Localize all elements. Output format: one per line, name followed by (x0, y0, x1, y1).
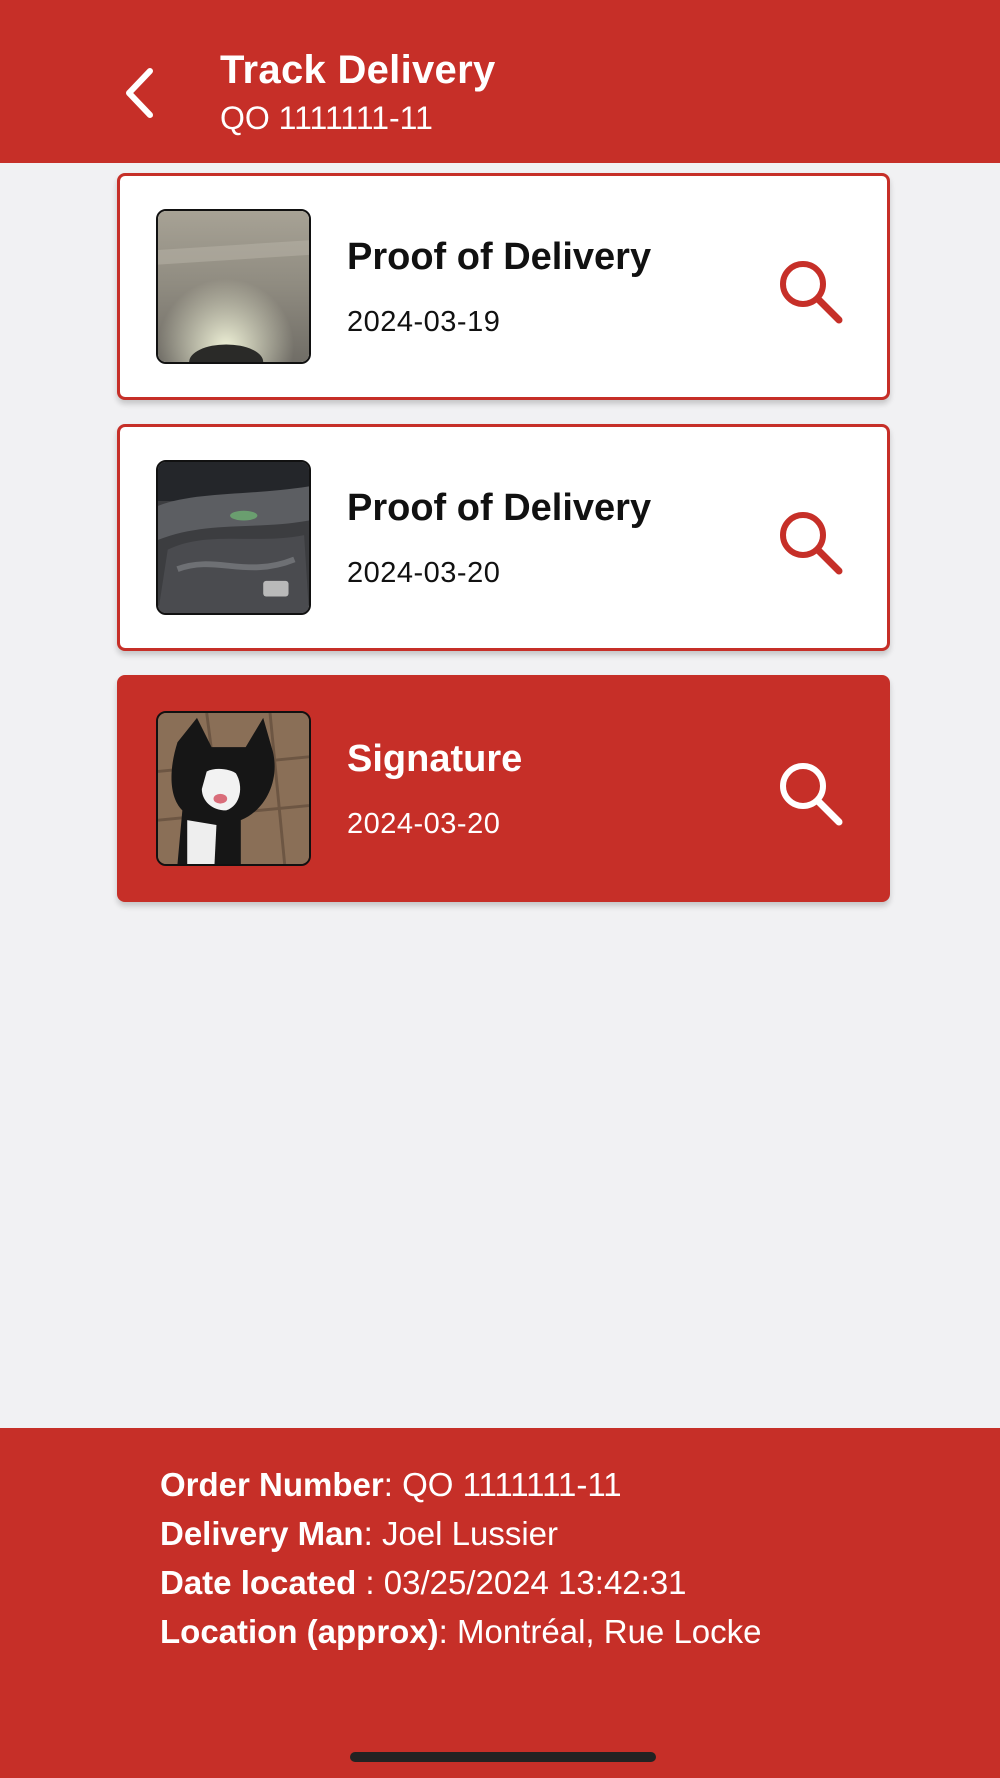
delivery-man-label: Delivery Man (160, 1515, 364, 1552)
date-located-line: Date located : 03/25/2024 13:42:31 (160, 1564, 687, 1602)
location-sep: : (438, 1613, 458, 1650)
order-number-sep: : (383, 1466, 403, 1503)
order-number-label: Order Number (160, 1466, 384, 1503)
delivery-man-sep: : (363, 1515, 382, 1552)
page-title: Track Delivery (220, 48, 496, 92)
delivery-card-selected[interactable]: Signature 2024-03-20 (117, 675, 890, 902)
card-title: Proof of Delivery (347, 236, 652, 278)
home-indicator[interactable] (350, 1752, 656, 1762)
card-date: 2024-03-19 (347, 306, 501, 338)
location-line: Location (approx): Montréal, Rue Locke (160, 1613, 762, 1651)
delivery-man-line: Delivery Man: Joel Lussier (160, 1515, 558, 1553)
proof-photo-thumbnail[interactable] (156, 460, 311, 615)
page-subtitle: QO 1111111-11 (220, 100, 433, 136)
signature-photo-thumbnail[interactable] (156, 711, 311, 866)
card-title: Proof of Delivery (347, 487, 652, 529)
search-icon (780, 763, 843, 826)
proof-photo-thumbnail[interactable] (156, 209, 311, 364)
order-number-line: Order Number: QO 1111111-11 (160, 1466, 622, 1504)
date-located-value: 03/25/2024 13:42:31 (383, 1564, 687, 1601)
view-button[interactable] (775, 758, 847, 830)
card-date: 2024-03-20 (347, 808, 501, 840)
view-button[interactable] (775, 507, 847, 579)
search-icon (780, 512, 843, 575)
chevron-left-icon (126, 68, 153, 118)
delivery-card[interactable]: Proof of Delivery 2024-03-20 (117, 424, 890, 651)
delivery-card[interactable]: Proof of Delivery 2024-03-19 (117, 173, 890, 400)
back-button[interactable] (114, 62, 164, 124)
date-located-label: Date located (160, 1564, 357, 1601)
card-date: 2024-03-20 (347, 557, 501, 589)
view-button[interactable] (775, 256, 847, 328)
delivery-info-panel: Order Number: QO 1111111-11 Delivery Man… (0, 1428, 1000, 1778)
order-number-value: QO 1111111-11 (402, 1466, 622, 1503)
app-header: Track Delivery QO 1111111-11 (0, 0, 1000, 163)
location-value: Montréal, Rue Locke (457, 1613, 762, 1650)
card-title: Signature (347, 738, 523, 780)
search-icon (780, 261, 843, 324)
date-located-sep: : (356, 1564, 384, 1601)
location-label: Location (approx) (160, 1613, 439, 1650)
delivery-man-value: Joel Lussier (381, 1515, 559, 1552)
